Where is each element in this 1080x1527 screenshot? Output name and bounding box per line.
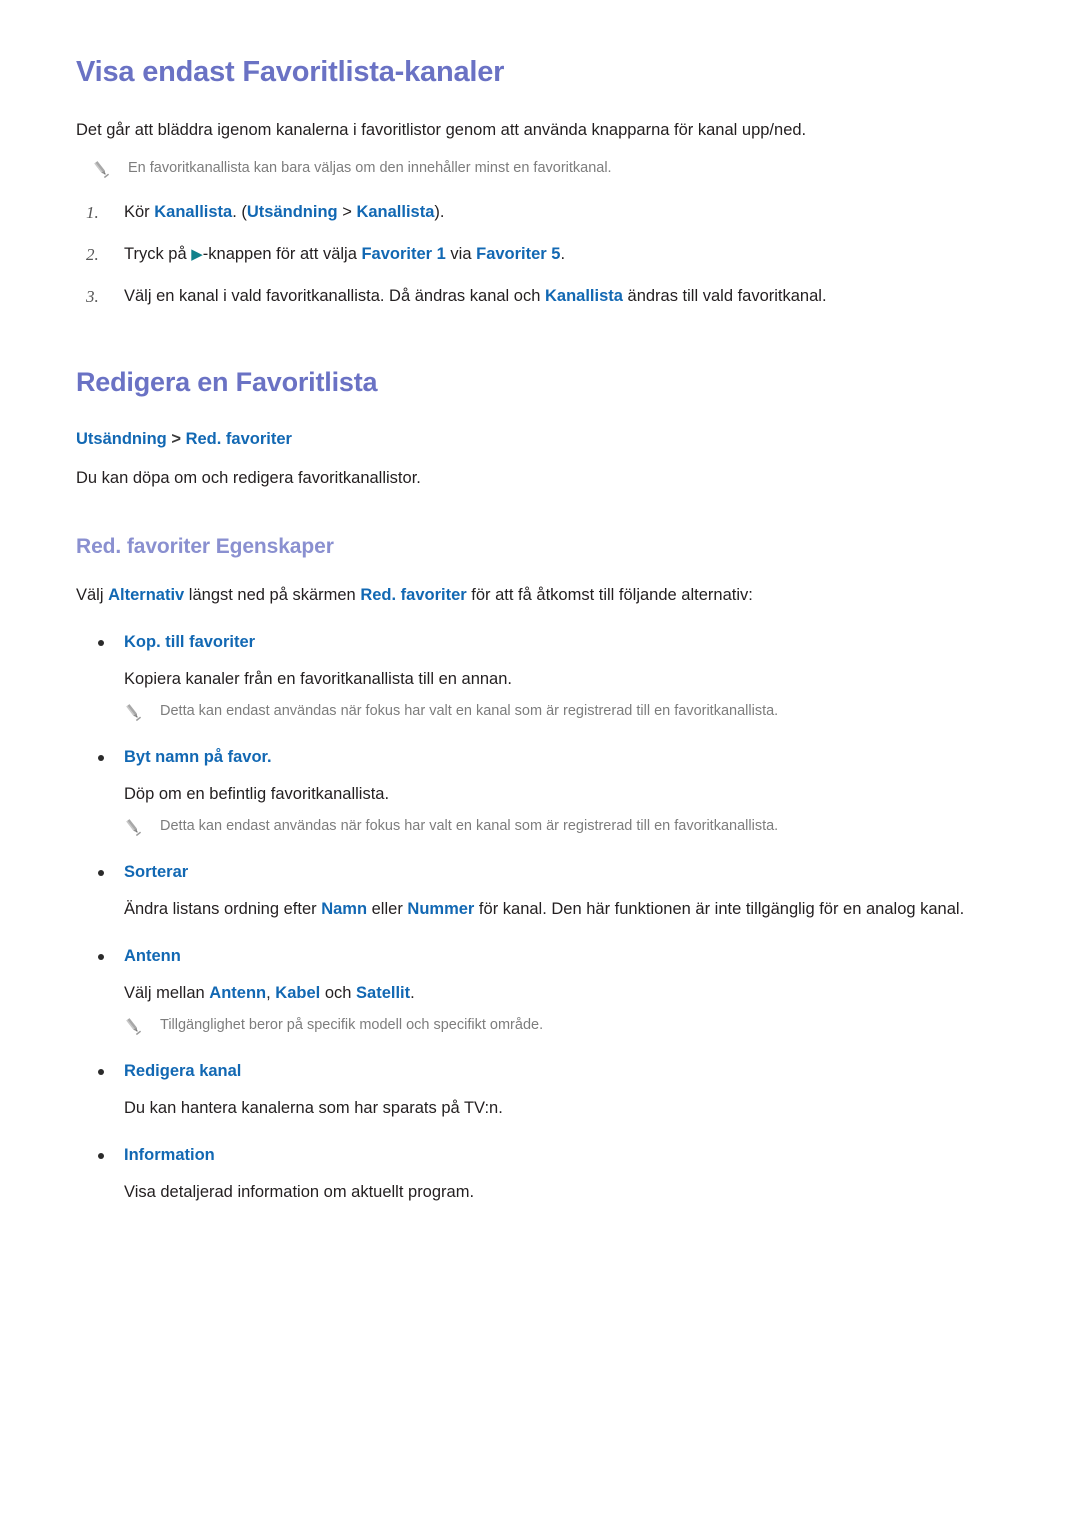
document-page: Visa endast Favoritlista-kanaler Det går…	[0, 0, 1080, 1527]
text-run: längst ned på skärmen	[184, 586, 361, 604]
option-title: Byt namn på favor.	[124, 748, 272, 766]
step-number: 2.	[86, 245, 99, 264]
text-run: via	[445, 245, 477, 263]
list-item: Byt namn på favor.	[76, 745, 1010, 770]
section1-intro: Det går att bläddra igenom kanalerna i f…	[76, 121, 807, 139]
keyword: Red. favoriter	[360, 586, 467, 604]
text-run: för att få åtkomst till följande alterna…	[466, 586, 753, 604]
section2-title: Redigera en Favoritlista	[76, 367, 378, 397]
list-item: 1. Kör Kanallista. (Utsändning > Kanalli…	[76, 200, 1010, 225]
keyword: Antenn	[209, 984, 267, 1002]
step-number: 3.	[86, 287, 99, 306]
keyword: Kabel	[275, 984, 321, 1002]
subsection-intro: Välj Alternativ längst ned på skärmen Re…	[76, 583, 1010, 608]
option-title: Antenn	[124, 947, 181, 965]
text-run: Du kan hantera kanalerna som har sparats…	[124, 1099, 503, 1117]
keyword: Kanallista	[154, 203, 233, 221]
right-triangle-icon: ▶	[191, 246, 203, 263]
keyword: Alternativ	[108, 586, 185, 604]
steps-list: 1. Kör Kanallista. (Utsändning > Kanalli…	[76, 200, 1010, 309]
breadcrumb-item-first: Utsändning	[76, 430, 167, 448]
pencil-icon	[122, 701, 144, 723]
text-run: Välj mellan	[124, 984, 210, 1002]
option-description: Kopiera kanaler från en favoritkanallist…	[76, 667, 1010, 692]
keyword: Satellit	[356, 984, 411, 1002]
text-run: Ändra listans ordning efter	[124, 900, 322, 918]
option-description: Ändra listans ordning efter Namn eller N…	[76, 897, 1010, 922]
text-run: Döp om en befintlig favoritkanallista.	[124, 785, 390, 803]
text-run: Kopiera kanaler från en favoritkanallist…	[124, 670, 512, 688]
text-run: ,	[266, 984, 276, 1002]
text-run: >	[337, 203, 357, 221]
text-run: Kör	[124, 203, 155, 221]
step-number: 1.	[86, 203, 99, 222]
note-row: En favoritkanallista kan bara väljas om …	[76, 157, 1010, 180]
page-title: Visa endast Favoritlista-kanaler	[76, 56, 505, 88]
note-text: Detta kan endast användas när fokus har …	[160, 818, 779, 834]
pencil-icon	[122, 1015, 144, 1037]
keyword: Kanallista	[544, 287, 623, 305]
option-title: Kop. till favoriter	[124, 633, 256, 651]
option-description: Döp om en befintlig favoritkanallista.	[76, 782, 1010, 807]
option-description: Du kan hantera kanalerna som har sparats…	[76, 1096, 1010, 1121]
list-item: 2. Tryck på ▶-knappen för att välja Favo…	[76, 242, 1010, 267]
note-row: Detta kan endast användas när fokus har …	[76, 815, 1010, 838]
text-run: för kanal. Den här funktionen är inte ti…	[474, 900, 965, 918]
text-run: Visa detaljerad information om aktuellt …	[124, 1183, 475, 1201]
note-text: Detta kan endast användas när fokus har …	[160, 703, 779, 719]
list-item: Antenn	[76, 944, 1010, 969]
keyword: Kanallista	[356, 203, 435, 221]
list-item: 3. Välj en kanal i vald favoritkanallist…	[76, 284, 1010, 309]
note-row: Tillgänglighet beror på specifik modell …	[76, 1014, 1010, 1037]
step-text: Välj en kanal i vald favoritkanallista. …	[124, 287, 827, 305]
step-text: Tryck på ▶-knappen för att välja Favorit…	[124, 245, 565, 263]
option-description: Välj mellan Antenn, Kabel och Satellit.	[76, 981, 1010, 1006]
note-row: Detta kan endast användas när fokus har …	[76, 700, 1010, 723]
step-text: Kör Kanallista. (Utsändning > Kanallista…	[124, 203, 445, 221]
keyword: Favoriter 5	[476, 245, 561, 263]
text-run: Välj en kanal i vald favoritkanallista. …	[124, 287, 545, 305]
list-item: Redigera kanal	[76, 1059, 1010, 1084]
text-run: .	[410, 984, 415, 1002]
breadcrumb: Utsändning > Red. favoriter	[76, 427, 1010, 452]
note-text: Tillgänglighet beror på specifik modell …	[160, 1017, 544, 1033]
option-title: Sorterar	[124, 863, 189, 881]
text-run: -knappen för att välja	[202, 245, 362, 263]
text-run: .	[560, 245, 566, 263]
keyword: Nummer	[407, 900, 475, 918]
text-run: ändras till vald favoritkanal.	[622, 287, 827, 305]
pencil-icon	[90, 158, 112, 180]
text-run: Tryck på	[124, 245, 192, 263]
keyword: Favoriter 1	[361, 245, 446, 263]
subsection-title: Red. favoriter Egenskaper	[76, 535, 334, 558]
option-title: Redigera kanal	[124, 1062, 242, 1080]
note-text: En favoritkanallista kan bara väljas om …	[128, 160, 612, 176]
breadcrumb-item-second: Red. favoriter	[185, 430, 292, 448]
text-run: . (	[232, 203, 247, 221]
keyword: Namn	[321, 900, 368, 918]
text-run: Välj	[76, 586, 109, 604]
section2-description: Du kan döpa om och redigera favoritkanal…	[76, 469, 421, 487]
keyword: Utsändning	[246, 203, 338, 221]
pencil-icon	[122, 816, 144, 838]
option-description: Visa detaljerad information om aktuellt …	[76, 1180, 1010, 1205]
list-item: Information	[76, 1143, 1010, 1168]
text-run: och	[320, 984, 357, 1002]
text-run: eller	[367, 900, 408, 918]
list-item: Sorterar	[76, 860, 1010, 885]
option-title: Information	[124, 1146, 215, 1164]
list-item: Kop. till favoriter	[76, 630, 1010, 655]
text-run: ).	[434, 203, 445, 221]
breadcrumb-separator-glyph: >	[171, 430, 181, 448]
